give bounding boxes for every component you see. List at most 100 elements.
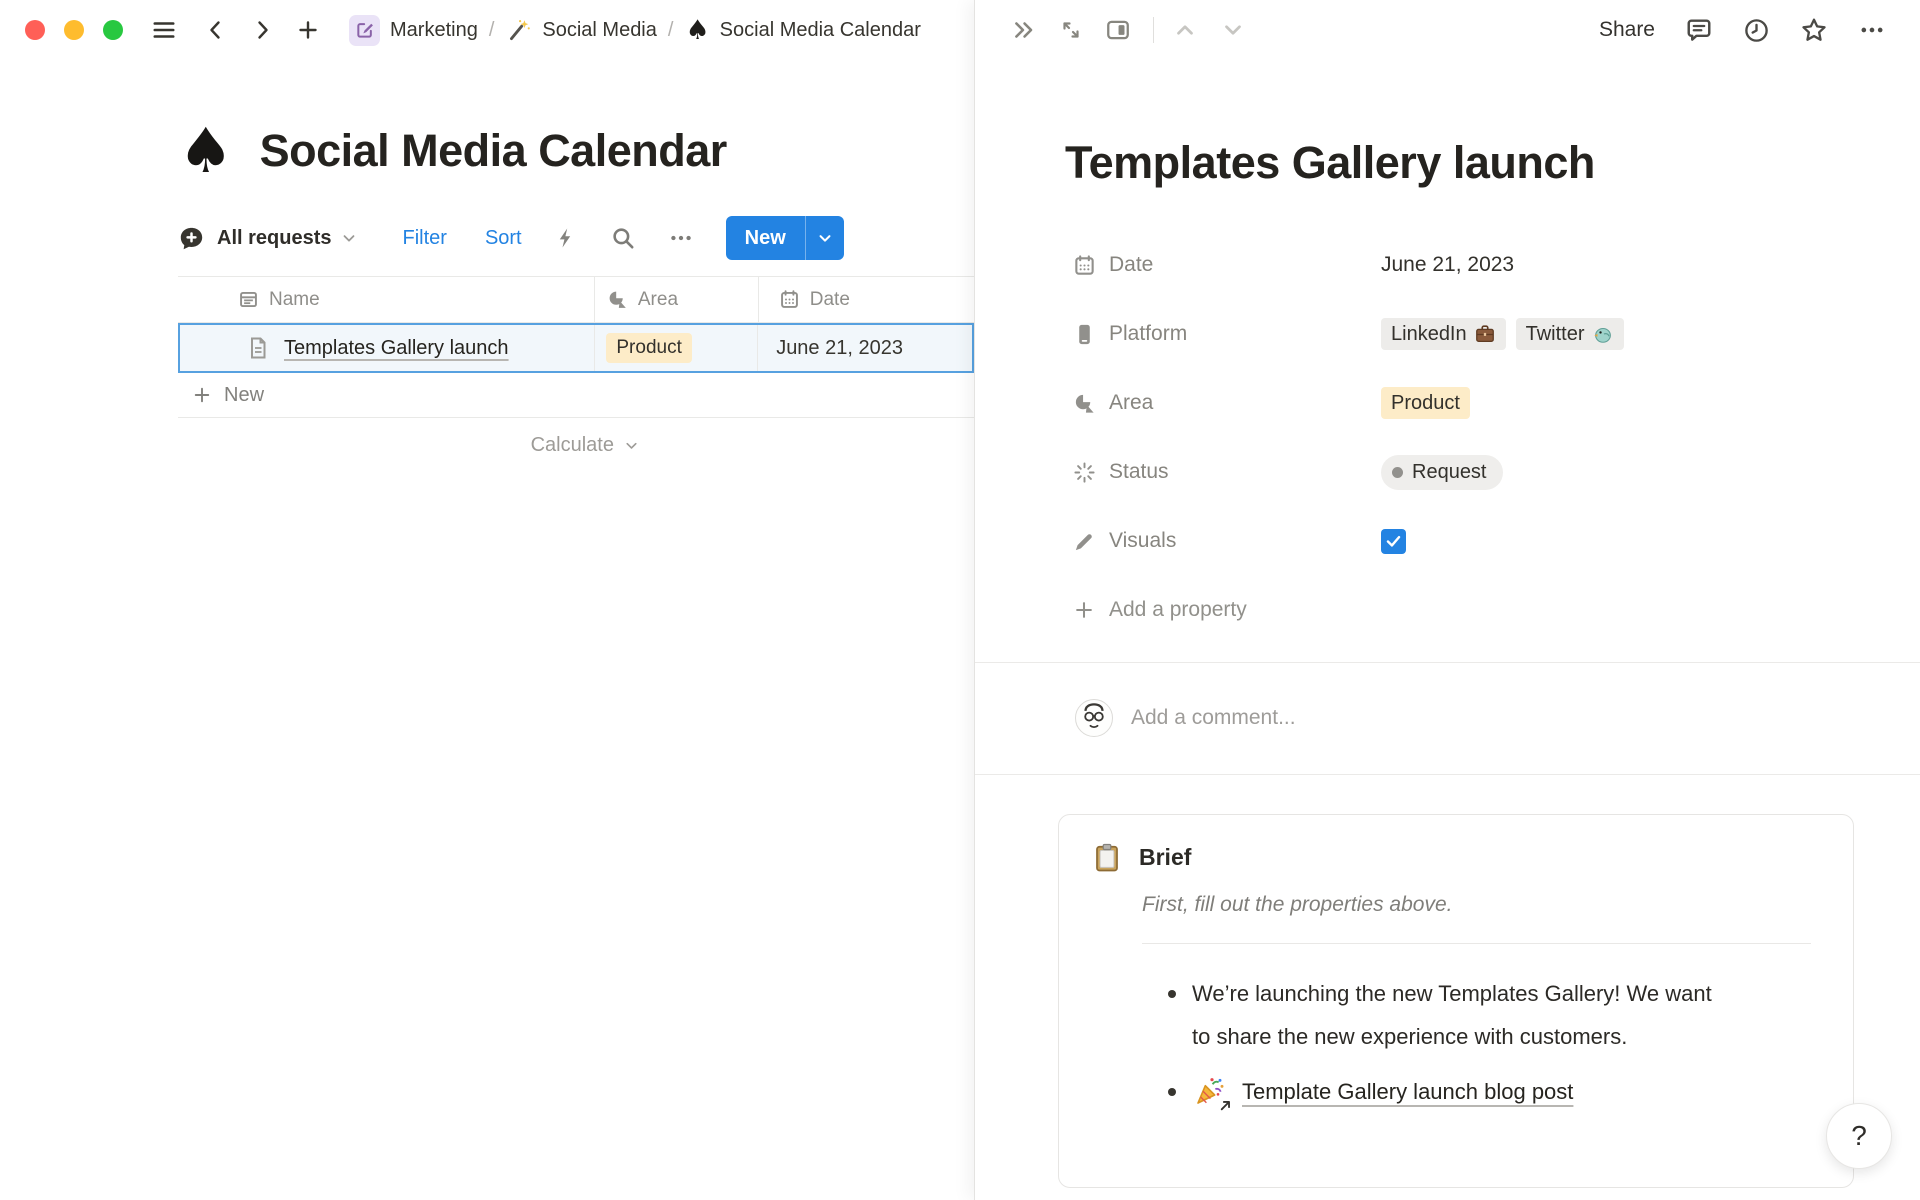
property-row-date[interactable]: Date June 21, 2023: [1065, 231, 1859, 300]
brief-instruction: First, fill out the properties above.: [1142, 893, 1817, 917]
shapes-icon: [607, 289, 628, 310]
pen-icon: [1072, 530, 1096, 553]
database-table: Name Area Date: [178, 276, 974, 472]
view-selector[interactable]: All requests: [217, 227, 331, 250]
property-row-visuals[interactable]: Visuals: [1065, 507, 1859, 576]
new-entry-button-label[interactable]: New: [726, 216, 805, 260]
platform-tag-linkedin[interactable]: LinkedIn: [1381, 318, 1506, 350]
column-header-date[interactable]: Date: [759, 277, 974, 322]
filter-button[interactable]: Filter: [402, 227, 446, 250]
requests-view-icon: [178, 225, 205, 252]
sort-button[interactable]: Sort: [485, 227, 522, 250]
calendar-icon: [1072, 254, 1096, 277]
back-icon[interactable]: [201, 15, 231, 45]
database-title-row: ♠ Social Media Calendar: [178, 112, 1078, 190]
expand-page-icon[interactable]: [1059, 18, 1083, 42]
property-label-status: Status: [1109, 460, 1381, 484]
add-property-row[interactable]: Add a property: [1065, 576, 1859, 645]
calculate-label: Calculate: [531, 434, 614, 457]
property-value-area: Product: [1381, 387, 1470, 419]
peek-toolbar-divider: [1153, 17, 1154, 43]
favorite-star-icon[interactable]: [1800, 16, 1828, 44]
automation-bolt-icon[interactable]: [554, 226, 578, 250]
calculate-control[interactable]: Calculate: [178, 418, 640, 472]
property-value-platform: LinkedIn Twitter: [1381, 318, 1624, 350]
breadcrumb-spade-icon: ♠: [685, 17, 709, 44]
platform-tag-linkedin-label: LinkedIn: [1391, 322, 1467, 346]
status-dot-icon: [1392, 467, 1403, 478]
database-page: ♠ Social Media Calendar All requests Fil…: [178, 112, 1078, 472]
platform-tag-twitter[interactable]: Twitter: [1516, 318, 1624, 350]
brief-title[interactable]: Brief: [1139, 844, 1191, 871]
peek-topbar: Share: [975, 0, 1920, 60]
table-new-row[interactable]: New: [178, 373, 974, 418]
zoom-window-button[interactable]: [103, 20, 123, 40]
comments-icon[interactable]: [1685, 16, 1713, 44]
updates-clock-icon[interactable]: [1743, 17, 1770, 44]
bullet-text: We’re launching the new Templates Galler…: [1192, 972, 1714, 1058]
database-spade-icon[interactable]: ♠: [178, 120, 234, 182]
area-tag[interactable]: Product: [1381, 387, 1470, 419]
close-window-button[interactable]: [25, 20, 45, 40]
help-button[interactable]: ?: [1826, 1103, 1892, 1169]
view-options-dots-icon[interactable]: [668, 225, 694, 251]
bullet-item[interactable]: We’re launching the new Templates Galler…: [1165, 972, 1817, 1058]
briefcase-icon: [1474, 323, 1496, 345]
column-header-name[interactable]: Name: [178, 277, 595, 322]
row-date-cell[interactable]: June 21, 2023: [758, 325, 972, 371]
add-comment-row[interactable]: Add a comment...: [1065, 663, 1859, 774]
view-chevron-down-icon[interactable]: [340, 229, 358, 247]
table-new-row-label: New: [224, 384, 264, 407]
search-icon[interactable]: [610, 225, 636, 251]
row-page-title[interactable]: Templates Gallery launch: [284, 337, 509, 360]
property-value-date[interactable]: June 21, 2023: [1381, 253, 1514, 277]
row-area-cell[interactable]: Product: [595, 325, 758, 371]
breadcrumb-item-social-media-calendar[interactable]: Social Media Calendar: [720, 19, 921, 42]
status-tag[interactable]: Request: [1381, 455, 1503, 490]
property-row-area[interactable]: Area Product: [1065, 369, 1859, 438]
close-peek-double-chevron-icon[interactable]: [1011, 17, 1037, 43]
phone-icon: [1072, 323, 1096, 346]
page-title[interactable]: Templates Gallery launch: [1065, 134, 1859, 193]
bullet-item-page-link[interactable]: Template Gallery launch blog post: [1165, 1070, 1817, 1113]
property-row-status[interactable]: Status Request: [1065, 438, 1859, 507]
clipboard-icon: [1092, 843, 1122, 873]
property-row-platform[interactable]: Platform LinkedIn Twitter: [1065, 300, 1859, 369]
minimize-window-button[interactable]: [64, 20, 84, 40]
page-link[interactable]: Template Gallery launch blog post: [1242, 1070, 1573, 1113]
properties-list: Date June 21, 2023 Platform LinkedIn: [1065, 231, 1859, 645]
plus-icon: [1072, 599, 1096, 621]
area-tag[interactable]: Product: [606, 333, 691, 364]
visuals-checkbox-checked[interactable]: [1381, 529, 1406, 554]
new-entry-dropdown[interactable]: [806, 216, 844, 260]
table-header-row: Name Area Date: [178, 277, 974, 323]
property-label-visuals: Visuals: [1109, 529, 1381, 553]
breadcrumb-separator: /: [668, 19, 674, 42]
brief-header: Brief: [1092, 843, 1817, 873]
new-entry-button: New: [726, 216, 844, 260]
forward-icon[interactable]: [247, 15, 277, 45]
new-tab-plus-icon[interactable]: [293, 15, 323, 45]
database-title[interactable]: Social Media Calendar: [260, 125, 727, 177]
column-header-name-label: Name: [269, 289, 320, 311]
breadcrumb-marketing-icon: [349, 15, 380, 46]
property-value-status: Request: [1381, 455, 1503, 490]
breadcrumb-item-marketing[interactable]: Marketing: [390, 19, 478, 42]
sidebar-menu-icon[interactable]: [149, 15, 179, 45]
share-button[interactable]: Share: [1599, 18, 1655, 42]
previous-record-chevron-up-icon[interactable]: [1172, 17, 1198, 43]
breadcrumb-item-social-media[interactable]: Social Media: [542, 19, 657, 42]
view-toolbar: All requests Filter Sort New: [178, 216, 1078, 260]
column-header-area[interactable]: Area: [595, 277, 759, 322]
table-row-selected[interactable]: Templates Gallery launch Product June 21…: [178, 323, 974, 373]
next-record-chevron-down-icon[interactable]: [1220, 17, 1246, 43]
brief-callout-card: Brief First, fill out the properties abo…: [1058, 814, 1854, 1188]
add-comment-placeholder[interactable]: Add a comment...: [1131, 706, 1296, 730]
column-header-area-label: Area: [638, 289, 678, 311]
calculate-chevron-down-icon: [623, 437, 640, 454]
side-peek-panel: Share Templates Gallery launch: [974, 0, 1920, 1200]
more-options-dots-icon[interactable]: [1858, 16, 1886, 44]
shapes-icon: [1072, 392, 1096, 415]
row-name-cell[interactable]: Templates Gallery launch: [180, 325, 595, 371]
side-peek-mode-icon[interactable]: [1105, 17, 1131, 43]
